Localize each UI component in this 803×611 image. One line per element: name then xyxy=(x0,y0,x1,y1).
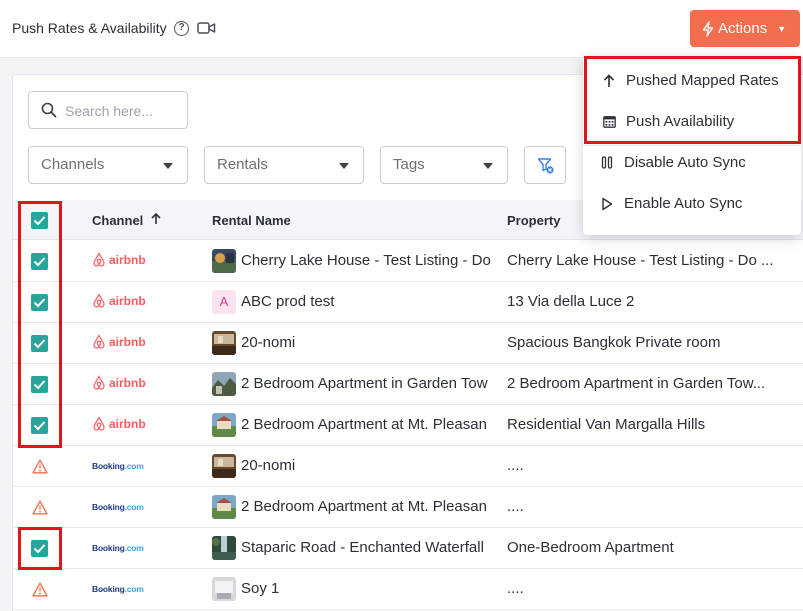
rentals-select[interactable]: Rentals xyxy=(204,146,364,184)
menu-item-label: Disable Auto Sync xyxy=(624,154,746,171)
airbnb-icon xyxy=(93,334,105,349)
channel-name: airbnb xyxy=(109,293,146,308)
rental-name: Staparic Road - Enchanted Waterfall xyxy=(241,539,484,556)
play-icon xyxy=(599,197,615,211)
channel-name: Booking xyxy=(92,543,125,553)
warning-icon xyxy=(32,500,48,520)
menu-item-enable-auto-sync[interactable]: Enable Auto Sync xyxy=(583,183,801,224)
pause-icon xyxy=(599,156,615,169)
search-input[interactable] xyxy=(65,101,183,121)
actions-button-label: Actions xyxy=(718,20,768,37)
chevron-down-icon xyxy=(163,163,173,169)
airbnb-logo: airbnb xyxy=(92,293,146,308)
airbnb-icon xyxy=(93,252,105,267)
highlight-checked-booking-row xyxy=(18,527,62,570)
airbnb-logo: airbnb xyxy=(92,416,146,431)
tags-select[interactable]: Tags xyxy=(380,146,508,184)
booking-logo: Booking.com xyxy=(92,584,144,594)
help-icon[interactable]: ? xyxy=(174,21,189,36)
chevron-down-icon xyxy=(483,163,493,169)
rental-avatar: A xyxy=(212,290,236,314)
rental-thumbnail xyxy=(212,331,236,355)
column-header-channel[interactable]: Channel xyxy=(92,212,161,228)
airbnb-icon xyxy=(93,375,105,390)
channel-name-suffix: .com xyxy=(124,584,144,594)
booking-logo: Booking.com xyxy=(92,502,144,512)
rental-name: Cherry Lake House - Test Listing - Do xyxy=(241,252,491,269)
highlight-checked-airbnb-rows xyxy=(18,201,62,448)
rental-thumbnail xyxy=(212,249,236,273)
property-name: .... xyxy=(507,580,524,597)
rental-name: ABC prod test xyxy=(241,293,335,310)
rental-thumbnail xyxy=(212,577,236,601)
lightning-icon xyxy=(702,20,714,37)
rental-name: 20-nomi xyxy=(241,334,296,351)
airbnb-logo: airbnb xyxy=(92,375,146,390)
airbnb-icon xyxy=(93,416,105,431)
page-title: Push Rates & Availability xyxy=(12,20,167,36)
highlight-push-actions xyxy=(584,56,801,144)
property-name: One-Bedroom Apartment xyxy=(507,539,674,556)
property-name: 13 Via della Luce 2 xyxy=(507,293,635,310)
rental-name: 2 Bedroom Apartment at Mt. Pleasan xyxy=(241,498,487,515)
rental-thumbnail xyxy=(212,454,236,478)
property-name: Spacious Bangkok Private room xyxy=(507,334,721,351)
channel-name-suffix: .com xyxy=(124,502,144,512)
channels-select-label: Channels xyxy=(41,156,105,173)
rental-name: Soy 1 xyxy=(241,580,280,597)
warning-icon xyxy=(32,582,48,602)
actions-button[interactable]: Actions ▼ xyxy=(690,10,800,47)
channel-name: Booking xyxy=(92,584,125,594)
property-name: .... xyxy=(507,457,524,474)
channel-name: airbnb xyxy=(109,375,146,390)
video-icon[interactable] xyxy=(197,21,216,35)
rental-name: 2 Bedroom Apartment in Garden Tow xyxy=(241,375,488,392)
chevron-down-icon xyxy=(339,163,349,169)
rental-name: 20-nomi xyxy=(241,457,296,474)
channel-name: Booking xyxy=(92,502,125,512)
channel-name: airbnb xyxy=(109,416,146,431)
booking-logo: Booking.com xyxy=(92,461,144,471)
property-name: Cherry Lake House - Test Listing - Do ..… xyxy=(507,252,774,269)
warning-icon xyxy=(32,459,48,479)
rental-name: 2 Bedroom Apartment at Mt. Pleasan xyxy=(241,416,487,433)
search-icon xyxy=(41,102,57,118)
channel-name-suffix: .com xyxy=(124,461,144,471)
rental-thumbnail xyxy=(212,536,236,560)
menu-item-label: Enable Auto Sync xyxy=(624,195,743,212)
menu-item-disable-auto-sync[interactable]: Disable Auto Sync xyxy=(583,142,801,183)
rental-thumbnail xyxy=(212,495,236,519)
filter-clear-icon xyxy=(537,158,554,174)
column-header-channel-label: Channel xyxy=(92,213,144,228)
tags-select-label: Tags xyxy=(393,156,425,173)
channels-select[interactable]: Channels xyxy=(28,146,188,184)
column-header-rental-name[interactable]: Rental Name xyxy=(212,213,291,228)
channel-name: airbnb xyxy=(109,334,146,349)
channel-name-suffix: .com xyxy=(124,543,144,553)
rental-thumbnail xyxy=(212,372,236,396)
rental-thumbnail xyxy=(212,413,236,437)
channel-name: Booking xyxy=(92,461,125,471)
caret-down-icon: ▼ xyxy=(777,23,787,34)
airbnb-logo: airbnb xyxy=(92,252,146,267)
clear-filter-button[interactable] xyxy=(524,146,566,184)
booking-logo: Booking.com xyxy=(92,543,144,553)
property-name: .... xyxy=(507,498,524,515)
rentals-select-label: Rentals xyxy=(217,156,268,173)
property-name: Residential Van Margalla Hills xyxy=(507,416,706,433)
search-box xyxy=(28,91,188,129)
airbnb-icon xyxy=(93,293,105,308)
sort-arrow-up-icon xyxy=(151,212,161,228)
channel-name: airbnb xyxy=(109,252,146,267)
property-name: 2 Bedroom Apartment in Garden Tow... xyxy=(507,375,766,392)
airbnb-logo: airbnb xyxy=(92,334,146,349)
column-header-property[interactable]: Property xyxy=(507,213,560,228)
